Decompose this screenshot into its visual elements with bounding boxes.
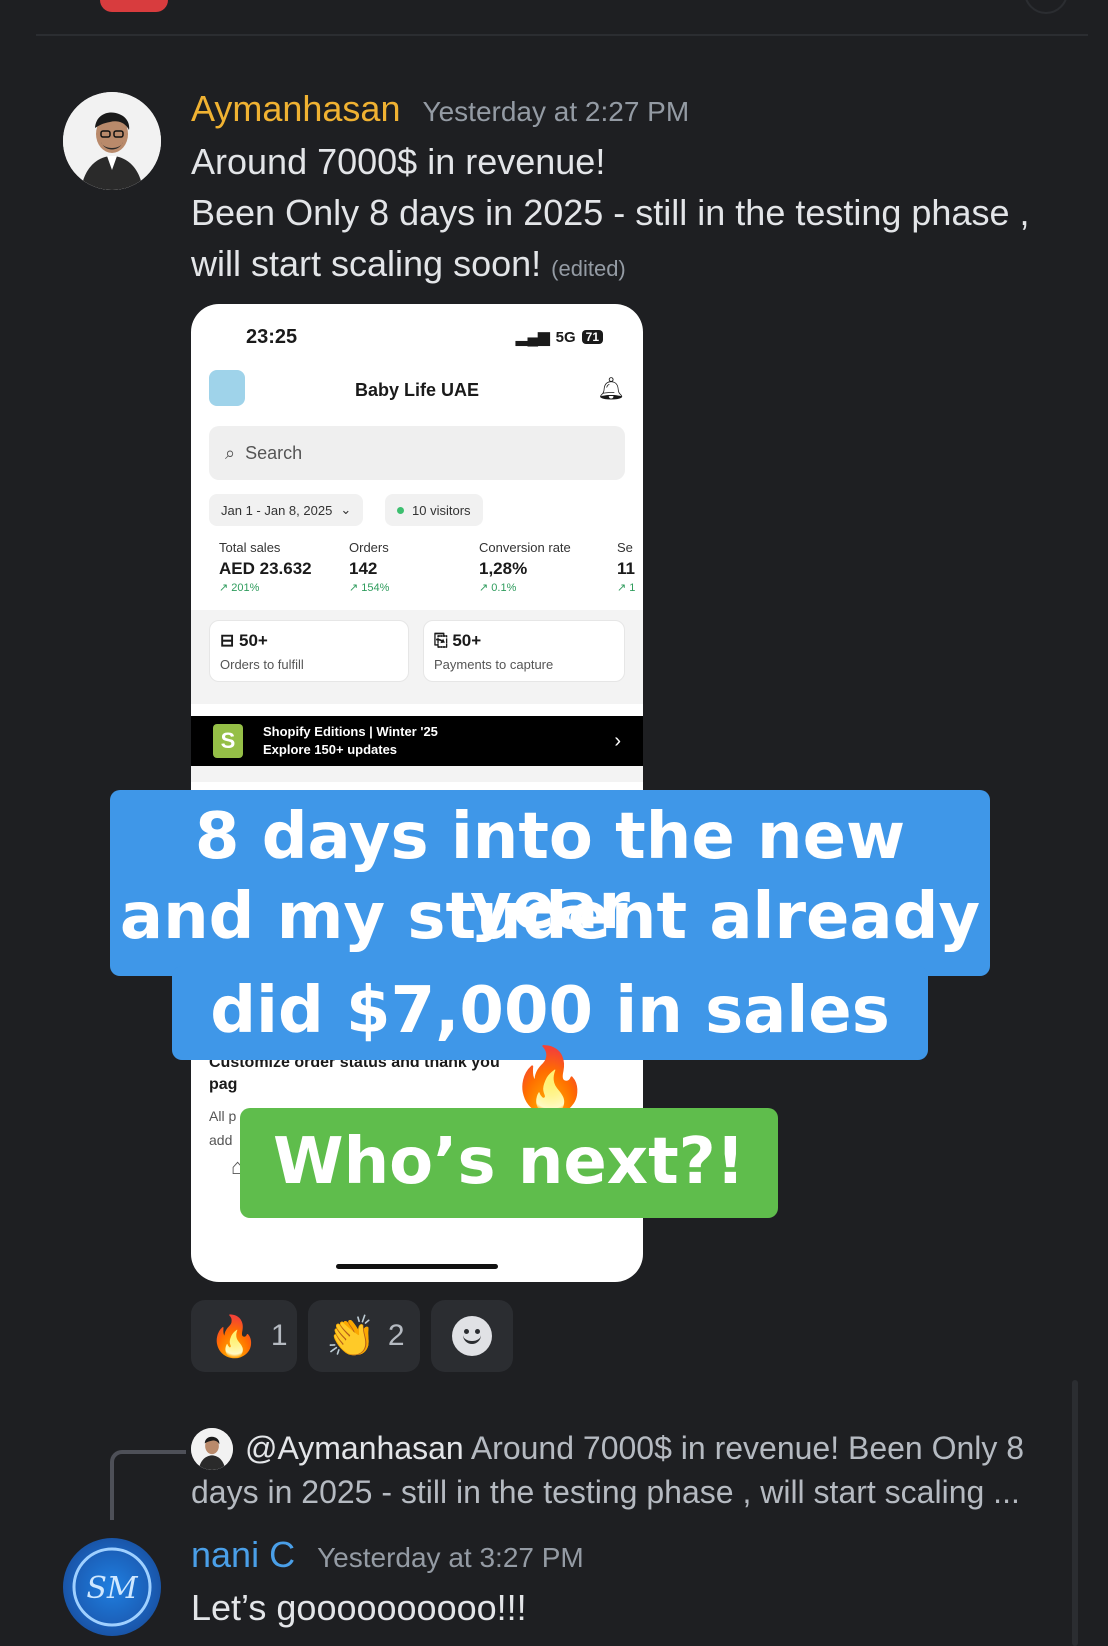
caption-line: and my student already	[119, 880, 981, 954]
card-label: Orders to fulfill	[220, 657, 304, 672]
reply-mention[interactable]: @Aymanhasan	[245, 1430, 464, 1466]
metric-change: ↗ 0.1%	[479, 582, 517, 594]
username[interactable]: nani C	[191, 1534, 295, 1576]
chevron-right-icon: ›	[614, 729, 621, 752]
metric-orders: Orders 142 ↗ 154%	[349, 540, 389, 594]
reaction-fire[interactable]: 🔥 1	[191, 1300, 297, 1372]
card-value-text: 50+	[238, 631, 268, 650]
message-header: nani C Yesterday at 3:27 PM	[191, 1534, 584, 1576]
add-reaction-button[interactable]	[431, 1300, 513, 1372]
fire-icon: 🔥	[209, 1314, 259, 1359]
user-avatar[interactable]	[63, 92, 161, 190]
payment-icon: ⎘	[434, 631, 448, 650]
card-value: ⎘ 50+	[434, 631, 614, 651]
metric-value: 142	[349, 559, 378, 578]
metric-value: AED 23.632	[219, 559, 312, 578]
caption-green-box: Who’s next?!	[240, 1108, 778, 1218]
orders-to-fulfill-card: ⊟ 50+ Orders to fulfill	[209, 620, 409, 682]
message-line: will start scaling soon! (edited)	[191, 238, 1030, 294]
timestamp: Yesterday at 2:27 PM	[422, 96, 690, 127]
phone-time: 23:25	[246, 326, 298, 348]
reply-preview-line: @Aymanhasan Around 7000$ in revenue! Bee…	[191, 1426, 1071, 1470]
message-line: Been Only 8 days in 2025 - still in the …	[191, 192, 1030, 233]
search-field: ⌕ Search	[209, 426, 625, 480]
user-avatar[interactable]: SM	[63, 1538, 161, 1636]
metric-change: ↗ 1	[617, 582, 636, 594]
metric-change: ↗ 201%	[219, 582, 260, 594]
monogram-logo-icon: SM	[72, 1547, 152, 1627]
edited-tag: (edited)	[551, 256, 626, 281]
reply-preview[interactable]: @Aymanhasan Around 7000$ in revenue! Bee…	[191, 1426, 1071, 1514]
date-range-chip: Jan 1 - Jan 8, 2025 ⌄	[209, 494, 364, 526]
battery-icon: 71	[581, 330, 603, 344]
customize-sub-line: add	[209, 1132, 233, 1148]
network-type: 5G	[555, 328, 576, 346]
metric-label: Conversion rate	[479, 540, 571, 555]
store-name: Baby Life UAE	[354, 380, 480, 400]
scrollbar[interactable]	[1072, 1380, 1078, 1646]
clap-icon: 👏	[326, 1314, 376, 1359]
banner-text: Shopify Editions | Winter '25 Explore 15…	[263, 723, 438, 759]
metric-change: ↗ 154%	[349, 582, 390, 594]
visitors-chip: 10 visitors	[385, 494, 483, 526]
shopify-editions-banner: S Shopify Editions | Winter '25 Explore …	[191, 716, 643, 766]
search-placeholder: Search	[245, 442, 303, 463]
message-line: Around 7000$ in revenue!	[191, 141, 606, 182]
chevron-down-icon: ⌄	[340, 502, 352, 517]
home-indicator	[336, 1264, 498, 1269]
search-icon: ⌕	[225, 442, 236, 463]
message-divider	[36, 34, 1088, 36]
card-value-text: 50+	[452, 631, 482, 650]
message-content: Around 7000$ in revenue! Been Only 8 day…	[191, 136, 1030, 294]
reaction-count: 2	[387, 1319, 405, 1352]
metric-conversion-rate: Conversion rate 1,28% ↗ 0.1%	[479, 540, 571, 594]
section-divider	[191, 766, 643, 782]
visitors-text: 10 visitors	[412, 502, 471, 518]
phone-status-bar: 23:25 ▂▄▆ 5G 71	[191, 326, 643, 356]
metric-label: Orders	[349, 540, 389, 555]
message-line-text: will start scaling soon!	[191, 243, 542, 284]
metric-value: 1,28%	[479, 559, 528, 578]
metric-sessions: Se 11 ↗ 1	[617, 540, 635, 594]
banner-line: Shopify Editions | Winter '25	[263, 724, 438, 739]
message-content: Let’s goooooooooo!!!	[191, 1587, 527, 1628]
metric-label: Total sales	[219, 540, 281, 555]
timestamp: Yesterday at 3:27 PM	[317, 1542, 584, 1573]
avatar-portrait-icon	[63, 92, 161, 190]
bell-icon: 🔔︎	[597, 376, 625, 401]
reply-connector	[110, 1450, 186, 1520]
signal-indicator: ▂▄▆ 5G 71	[516, 328, 603, 346]
card-value: ⊟ 50+	[220, 631, 398, 651]
svg-text:SM: SM	[86, 1571, 139, 1606]
reaction-clap[interactable]: 👏 2	[308, 1300, 420, 1372]
reply-preview-text: Around 7000$ in revenue! Been Only 8	[470, 1430, 1025, 1466]
payments-to-capture-card: ⎘ 50+ Payments to capture	[423, 620, 625, 682]
top-avatar-outline	[1024, 0, 1068, 14]
caption-box: 8 days into the new year and my student …	[110, 790, 990, 976]
signal-bars-icon: ▂▄▆	[515, 329, 550, 346]
date-range-text: Jan 1 - Jan 8, 2025	[221, 502, 333, 518]
inbox-icon: ⊟	[220, 631, 235, 650]
card-label: Payments to capture	[434, 657, 554, 672]
unread-badge	[100, 0, 168, 12]
caption-line: did $7,000 in sales 🔥	[210, 974, 890, 1118]
message-header: Aymanhasan Yesterday at 2:27 PM	[191, 88, 689, 130]
metric-value: 11	[617, 559, 635, 578]
username[interactable]: Aymanhasan	[191, 88, 400, 130]
caption-box: did $7,000 in sales 🔥	[172, 966, 928, 1116]
metric-label: Se	[617, 540, 633, 555]
smiley-icon	[452, 1316, 492, 1356]
banner-line: Explore 150+ updates	[263, 742, 398, 757]
metrics-row: Total sales AED 23.632 ↗ 201% Orders 142…	[219, 540, 643, 610]
reply-preview-line: days in 2025 - still in the testing phas…	[191, 1474, 1020, 1510]
reaction-count: 1	[270, 1319, 288, 1352]
metric-total-sales: Total sales AED 23.632 ↗ 201%	[219, 540, 312, 594]
shopify-bag-icon: S	[213, 724, 243, 758]
live-dot-icon	[397, 506, 404, 514]
